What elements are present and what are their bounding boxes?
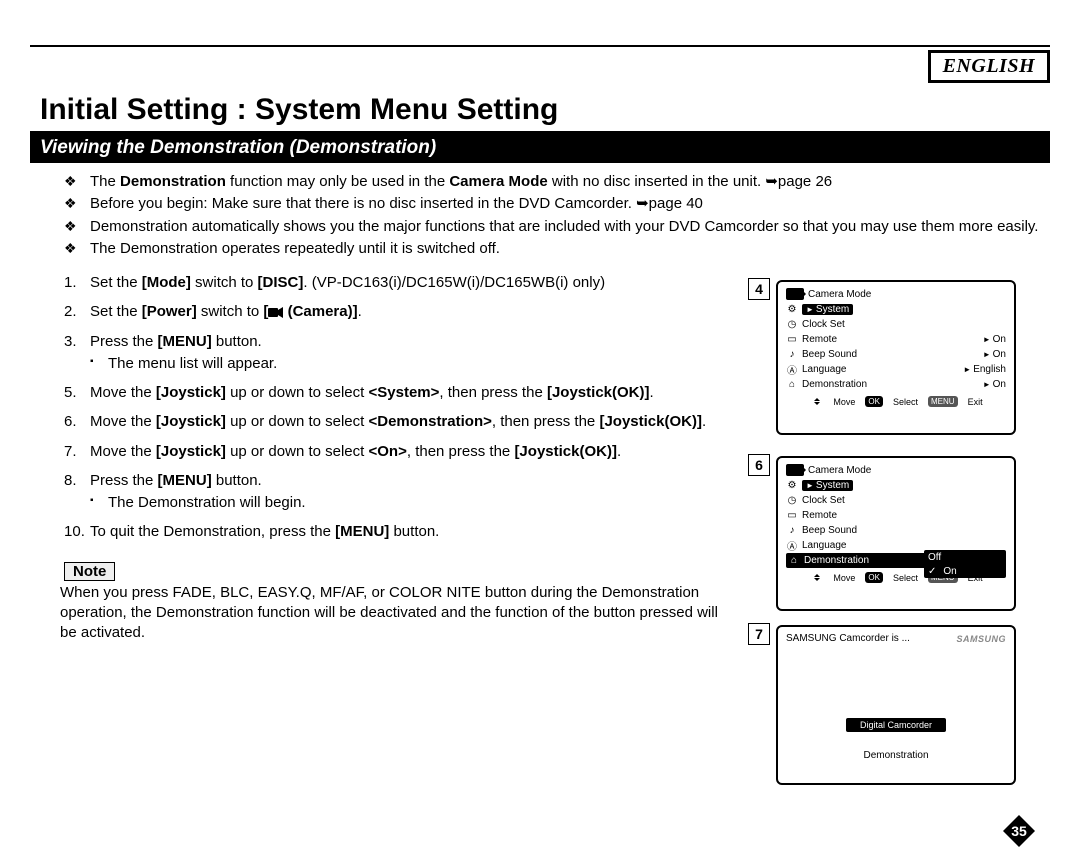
bullet-3: Demonstration automatically shows you th… <box>60 217 1040 237</box>
top-rule <box>30 45 1050 47</box>
page-number: 35 <box>1002 814 1036 848</box>
menu-system-selected: ►System <box>802 304 853 315</box>
sound-icon: ♪ <box>786 525 798 537</box>
menu-beep: Beep Sound <box>802 349 857 360</box>
step-badge-7: 7 <box>748 623 770 645</box>
move-arrows-icon <box>809 396 823 407</box>
option-column: Off On <box>924 550 1006 578</box>
bullet-4: The Demonstration operates repeatedly un… <box>60 239 1040 259</box>
lcd-screenshot-6: Camera Mode ⚙►System ◷Clock Set ▭Remote … <box>776 456 1016 611</box>
bullet-1: The Demonstration function may only be u… <box>60 172 1040 192</box>
page-title: Initial Setting : System Menu Setting <box>40 93 558 127</box>
gear-icon: ⚙ <box>786 304 798 316</box>
demo-chip: Digital Camcorder <box>846 718 946 732</box>
menu-clock: Clock Set <box>802 495 845 506</box>
corner-tick <box>1044 45 1050 47</box>
step-badge-4: 4 <box>748 278 770 300</box>
clock-icon: ◷ <box>786 495 798 507</box>
lcd-screenshot-4: Camera Mode ⚙►System ◷Clock Set ▭Remote►… <box>776 280 1016 435</box>
demo-icon: ⌂ <box>786 379 798 391</box>
move-arrows-icon <box>809 572 823 583</box>
step-badge-6: 6 <box>748 454 770 476</box>
intro-bullets: The Demonstration function may only be u… <box>60 172 1040 259</box>
lcd-screenshot-7: SAMSUNG Camcorder is ... SAMSUNG Digital… <box>776 625 1016 785</box>
sound-icon: ♪ <box>786 349 798 361</box>
demo-footer-text: Demonstration <box>784 750 1008 761</box>
step-7-sub: The Demonstration will begin. <box>90 493 720 513</box>
step-7: Press the [MENU] button. The Demonstrati… <box>60 471 720 514</box>
ok-pill: OK <box>865 572 883 583</box>
menu-remote: Remote <box>802 334 837 345</box>
lcd-mode-title: Camera Mode <box>808 289 871 300</box>
step-4: Move the [Joystick] up or down to select… <box>60 383 720 403</box>
menu-language: Language <box>802 364 847 375</box>
bullet-2: Before you begin: Make sure that there i… <box>60 194 1040 214</box>
option-off: Off <box>924 550 1006 564</box>
lcd-mode-title: Camera Mode <box>808 465 871 476</box>
menu-language: Language <box>802 540 847 551</box>
camcorder-icon <box>786 288 804 300</box>
note-label: Note <box>64 562 115 581</box>
remote-icon: ▭ <box>786 334 798 346</box>
demo-icon: ⌂ <box>788 555 800 567</box>
menu-system-selected: ►System <box>802 480 853 491</box>
menu-pill: MENU <box>928 396 958 407</box>
step-5: Move the [Joystick] up or down to select… <box>60 412 720 432</box>
samsung-logo: SAMSUNG <box>956 634 1006 644</box>
step-2: Set the [Power] switch to [ (Camera)]. <box>60 302 720 322</box>
menu-demonstration: Demonstration <box>802 379 867 390</box>
menu-remote: Remote <box>802 510 837 521</box>
demo-header-text: SAMSUNG Camcorder is ... <box>786 633 910 644</box>
gear-icon: ⚙ <box>786 480 798 492</box>
menu-clock: Clock Set <box>802 319 845 330</box>
step-3: Press the [MENU] button. The menu list w… <box>60 332 720 375</box>
step-1: Set the [Mode] switch to [DISC]. (VP-DC1… <box>60 273 720 293</box>
ok-pill: OK <box>865 396 883 407</box>
remote-icon: ▭ <box>786 510 798 522</box>
lcd-footer: Move OKSelect MENUExit <box>784 396 1008 407</box>
clock-icon: ◷ <box>786 319 798 331</box>
language-icon: Ⓐ <box>786 364 798 376</box>
option-on-checked: On <box>924 564 1006 578</box>
demo-blank-area <box>784 648 1008 718</box>
note-text: When you press FADE, BLC, EASY.Q, MF/AF,… <box>60 583 730 644</box>
menu-beep: Beep Sound <box>802 525 857 536</box>
language-icon: Ⓐ <box>786 540 798 552</box>
step-3-sub: The menu list will appear. <box>90 354 720 374</box>
step-8: To quit the Demonstration, press the [ME… <box>60 522 720 542</box>
menu-demonstration-hl: Demonstration <box>804 555 869 566</box>
language-badge: ENGLISH <box>928 50 1050 83</box>
step-6: Move the [Joystick] up or down to select… <box>60 442 720 462</box>
camcorder-icon <box>786 464 804 476</box>
section-subheading: Viewing the Demonstration (Demonstration… <box>30 134 1050 163</box>
